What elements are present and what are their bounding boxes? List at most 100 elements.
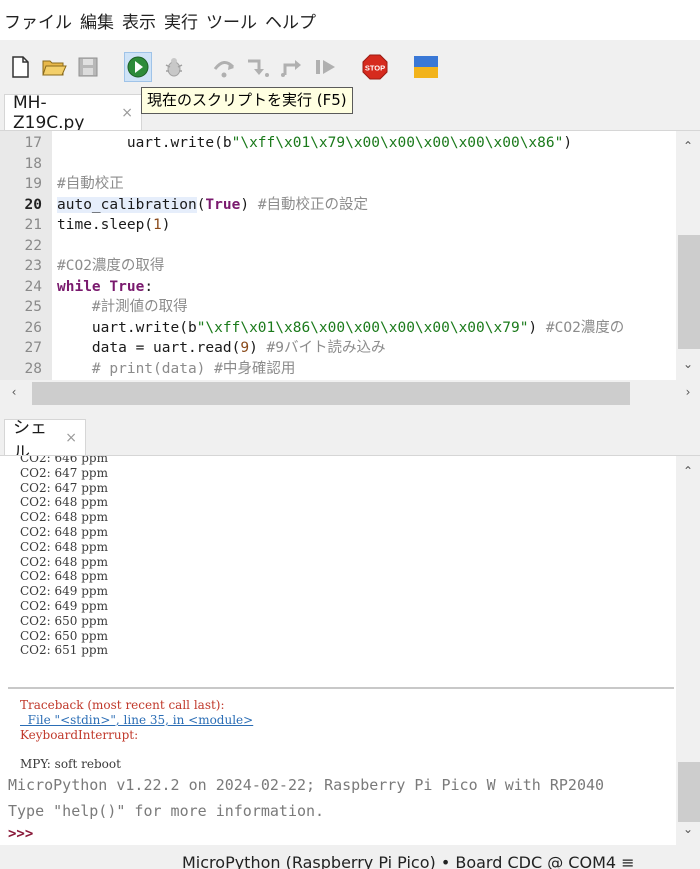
tab-mh-z19c[interactable]: MH-Z19C.py × (4, 92, 142, 133)
code-token: : (144, 278, 154, 295)
horizontal-scroll-thumb[interactable] (32, 382, 630, 405)
run-button[interactable] (124, 52, 152, 82)
scroll-up-icon[interactable]: ⌃ (676, 139, 700, 153)
keyboard-interrupt-text: KeyboardInterrupt: (20, 728, 139, 742)
code-editor[interactable]: 17 uart.write(b"\xff\x01\x79\x00\x00\x00… (0, 130, 700, 380)
traceback-text: Traceback (most recent call last): (20, 698, 225, 712)
step-out-icon (281, 60, 301, 77)
line-number: 17 (24, 135, 42, 151)
code-line[interactable]: 21 time.sleep(1) (0, 215, 676, 236)
editor-scroll-thumb[interactable] (678, 235, 700, 349)
menu-view[interactable]: 表示 (122, 8, 162, 33)
zoom-icon (414, 56, 438, 78)
code-token: ) (161, 217, 171, 233)
code-line[interactable]: 27 data = uart.read(9) #9バイト読み込み (0, 338, 676, 359)
code-token: "\xff\x01\x86\x00\x00\x00\x00\x00\x79" (196, 319, 529, 336)
shell-prompt[interactable]: >>> (8, 826, 33, 842)
scroll-right-icon[interactable]: › (676, 385, 700, 399)
editor-horizontal-scrollbar[interactable]: ‹ › (0, 380, 700, 407)
line-number: 28 (24, 360, 42, 377)
code-line[interactable]: 22 (0, 236, 676, 257)
interpreter-status[interactable]: MicroPython (Raspberry Pi Pico) • Board … (182, 853, 635, 869)
menu-bar: ファイル 編集 表示 実行 ツール ヘルプ (0, 0, 700, 40)
editor-vertical-scrollbar[interactable]: ⌃ ⌄ (676, 131, 700, 380)
svg-text:STOP: STOP (365, 64, 385, 73)
toolbar: STOP (0, 40, 700, 122)
new-file-button[interactable] (6, 52, 34, 82)
code-line[interactable]: 26 uart.write(b"\xff\x01\x86\x00\x00\x00… (0, 318, 676, 339)
shell-scroll-thumb[interactable] (678, 762, 700, 822)
close-icon[interactable]: × (121, 105, 133, 121)
step-into-button[interactable] (244, 52, 272, 82)
code-token: #9バイト読み込み (266, 340, 386, 356)
zoom-button[interactable] (412, 52, 440, 82)
debug-button[interactable] (160, 52, 188, 82)
shell-output-line: CO2: 646 ppm (20, 455, 108, 465)
open-file-button[interactable] (40, 52, 68, 82)
shell-output-line: CO2: 648 ppm (20, 495, 108, 510)
scroll-left-icon[interactable]: ‹ (2, 385, 26, 399)
save-button[interactable] (74, 52, 102, 82)
code-text: auto_calibration(True) #自動校正の設定 (57, 195, 368, 216)
tab-label: MH-Z19C.py (13, 92, 85, 133)
menu-help[interactable]: ヘルプ (265, 8, 322, 33)
shell-tab-bar: シェル × (0, 418, 700, 463)
code-text: uart.write(b"\xff\x01\x79\x00\x00\x00\x0… (57, 133, 572, 154)
close-icon[interactable]: × (65, 430, 77, 446)
code-token: #CO2濃度の (545, 319, 625, 336)
code-line[interactable]: 28 # print(data) #中身確認用 (0, 359, 676, 380)
code-token: ) (528, 319, 546, 336)
menu-tools[interactable]: ツール (206, 8, 263, 33)
tab-shell[interactable]: シェル × (4, 418, 86, 463)
scroll-down-icon[interactable]: ⌄ (676, 822, 700, 836)
step-out-button[interactable] (278, 52, 306, 82)
resume-button[interactable] (312, 52, 340, 82)
code-line[interactable]: 20 auto_calibration(True) #自動校正の設定 (0, 195, 676, 216)
stop-button[interactable]: STOP (361, 52, 389, 82)
debug-icon (165, 58, 183, 77)
resume-icon (316, 60, 335, 74)
shell-output-line: CO2: 648 ppm (20, 569, 108, 584)
code-line[interactable]: 17 uart.write(b"\xff\x01\x79\x00\x00\x00… (0, 133, 676, 154)
code-token: True (205, 196, 241, 213)
menu-file[interactable]: ファイル (4, 8, 78, 33)
pane-divider[interactable] (0, 407, 700, 419)
line-number: 25 (24, 299, 42, 315)
code-token: "\xff\x01\x79\x00\x00\x00\x00\x00\x86" (231, 135, 564, 151)
code-line[interactable]: 18 (0, 154, 676, 175)
code-line[interactable]: 24 while True: (0, 277, 676, 298)
menu-run[interactable]: 実行 (164, 8, 204, 33)
menu-edit[interactable]: 編集 (80, 8, 120, 33)
scroll-down-icon[interactable]: ⌄ (676, 357, 700, 371)
code-text: uart.write(b"\xff\x01\x86\x00\x00\x00\x0… (57, 318, 624, 339)
shell-output-line: CO2: 647 ppm (20, 465, 108, 480)
shell-output-line: CO2: 647 ppm (20, 480, 108, 495)
traceback-file-link[interactable]: File "<stdin>", line 35, in <module> (20, 713, 254, 728)
code-text: data = uart.read(9) #9バイト読み込み (57, 338, 386, 359)
code-text: #計測値の取得 (57, 297, 188, 318)
scroll-up-icon[interactable]: ⌃ (676, 464, 700, 478)
line-number: 18 (24, 155, 42, 172)
line-number: 23 (24, 258, 42, 274)
code-line[interactable]: 25 #計測値の取得 (0, 297, 676, 318)
save-icon (78, 57, 98, 77)
shell-panel[interactable]: CO2: 646 ppm CO2: 647 ppm CO2: 647 ppm CO2:… (0, 455, 700, 845)
code-token: ) (563, 135, 573, 151)
micropython-banner: MicroPython v1.22.2 on 2024-02-22; Raspb… (8, 776, 605, 794)
step-over-button[interactable] (210, 52, 238, 82)
code-line[interactable]: 19 #自動校正 (0, 174, 676, 195)
code-text: # print(data) #中身確認用 (57, 359, 295, 380)
stop-icon: STOP (362, 54, 388, 80)
shell-output-line: CO2: 648 ppm (20, 554, 108, 569)
code-text: #CO2濃度の取得 (57, 256, 164, 277)
code-line[interactable]: 23 #CO2濃度の取得 (0, 256, 676, 277)
code-text: while True: (57, 277, 153, 298)
shell-vertical-scrollbar[interactable]: ⌃ ⌄ (676, 456, 700, 845)
shell-output-line: CO2: 648 ppm (20, 525, 108, 539)
line-number: 20 (24, 196, 42, 213)
shell-output-line: CO2: 649 ppm (20, 599, 108, 613)
new-file-icon (12, 56, 29, 78)
code-token: auto_calibration (57, 196, 197, 213)
status-bar[interactable]: MicroPython (Raspberry Pi Pico) • Board … (0, 845, 700, 869)
code-text: #自動校正 (57, 174, 124, 195)
